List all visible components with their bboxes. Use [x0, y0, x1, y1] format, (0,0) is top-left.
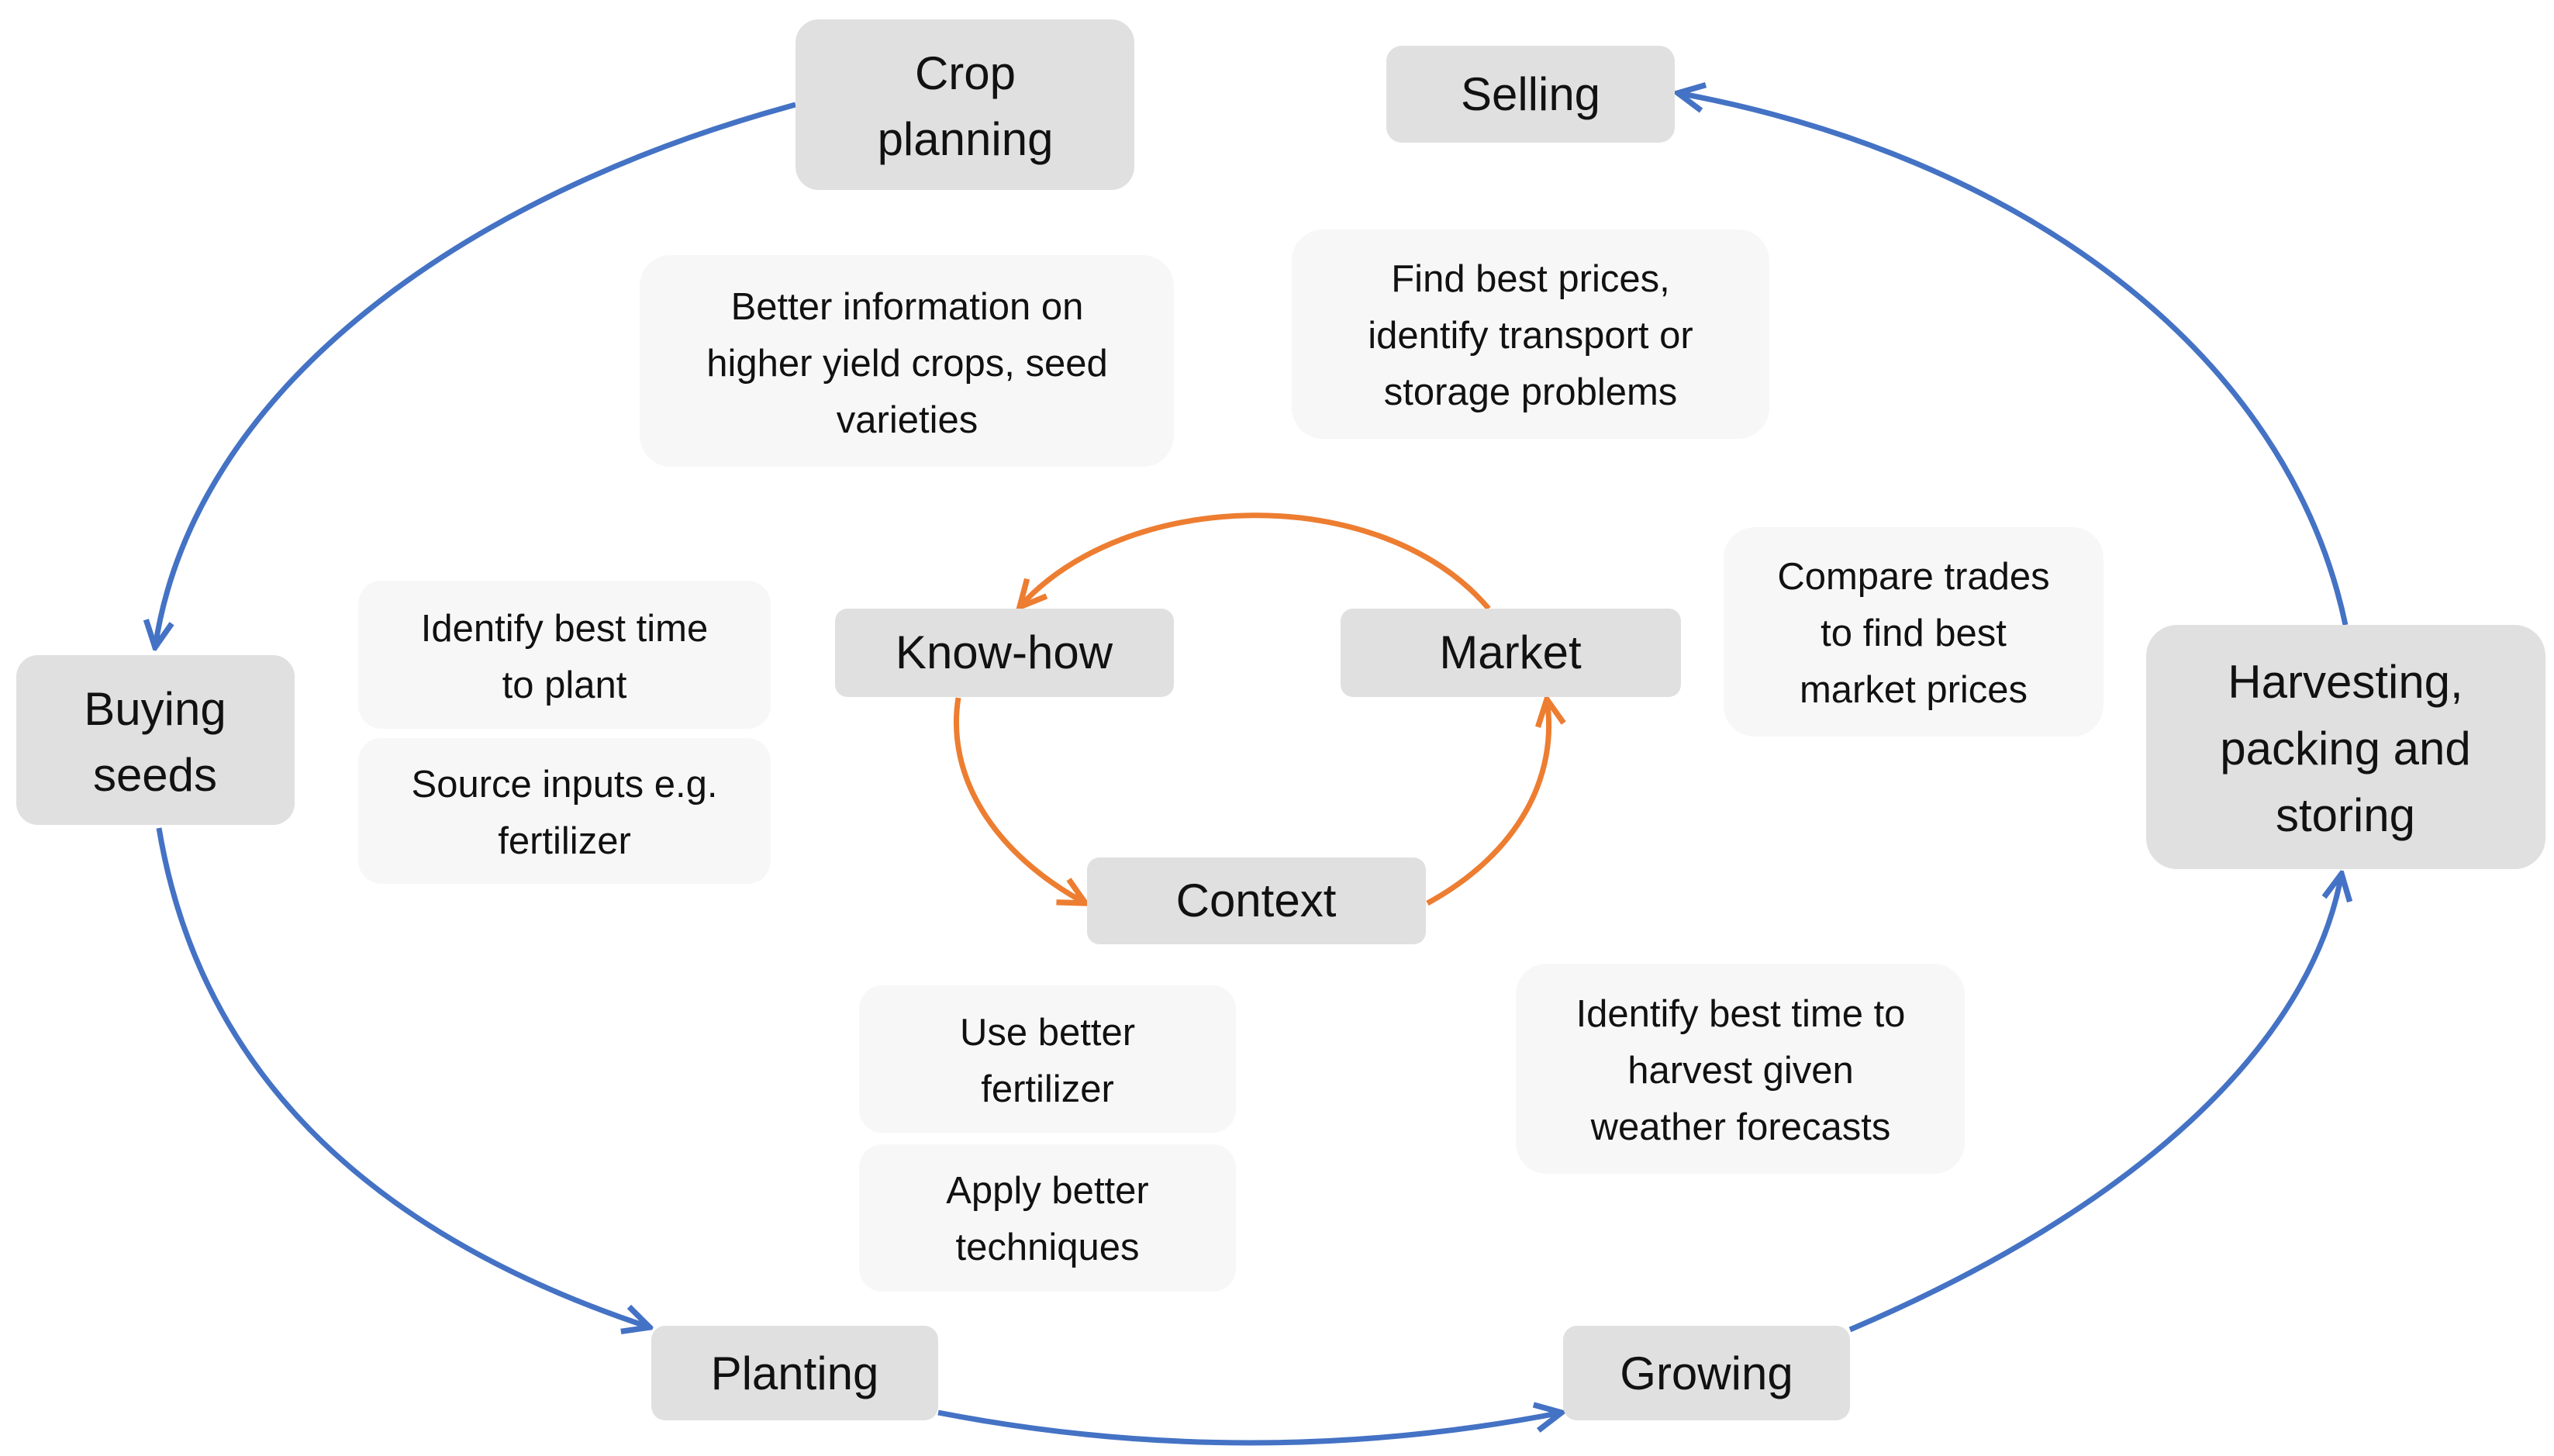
stage-crop-planning: Crop planning: [796, 19, 1134, 190]
farming-cycle-diagram: Crop planning Selling Buying seeds Harvest…: [16, 19, 2545, 1446]
arrow-know-how-to-context: [953, 697, 1085, 903]
note-best-prices: Find best prices, identify transport or st…: [1292, 229, 1769, 439]
stage-selling: Selling: [1386, 46, 1675, 143]
arrow-market-to-know-how: [1020, 512, 1491, 609]
svg-text:Planting: Planting: [711, 1347, 879, 1399]
stage-growing: Growing: [1563, 1326, 1850, 1420]
inner-context: Context: [1087, 857, 1426, 944]
note-source-inputs: Source inputs e.g. fertilizer: [358, 738, 771, 884]
inner-market: Market: [1341, 609, 1681, 697]
svg-text:Selling: Selling: [1461, 68, 1600, 120]
svg-text:Find best prices,identify tran: Find best prices, identify transport or st…: [1368, 258, 1693, 413]
stage-harvesting-packing-storing: Harvesting, packing and storing: [2146, 625, 2545, 869]
note-time-to-plant: Identify best time to plant: [358, 581, 771, 729]
arrow-context-to-market: [1426, 699, 1549, 906]
arrow-buying-seeds-to-planting: [156, 827, 650, 1327]
svg-text:Market: Market: [1439, 626, 1582, 678]
stage-buying-seeds: Buying seeds: [16, 655, 295, 825]
svg-text:Know-how: Know-how: [896, 626, 1113, 678]
note-better-fertilizer: Use better fertilizer: [859, 985, 1236, 1133]
note-better-info: Better information on higher yield crops,…: [640, 255, 1174, 467]
stage-planting: Planting: [651, 1326, 938, 1420]
inner-know-how: Know-how: [835, 609, 1174, 697]
note-compare-trades: Compare trades to find best market prices: [1724, 527, 2104, 737]
svg-text:Growing: Growing: [1620, 1347, 1793, 1399]
arrow-planting-to-growing: [937, 1413, 1562, 1446]
svg-text:Context: Context: [1176, 875, 1337, 926]
note-better-techniques: Apply better techniques: [859, 1144, 1236, 1292]
note-time-to-harvest: Identify best time to harvest given weathe…: [1516, 964, 1965, 1174]
